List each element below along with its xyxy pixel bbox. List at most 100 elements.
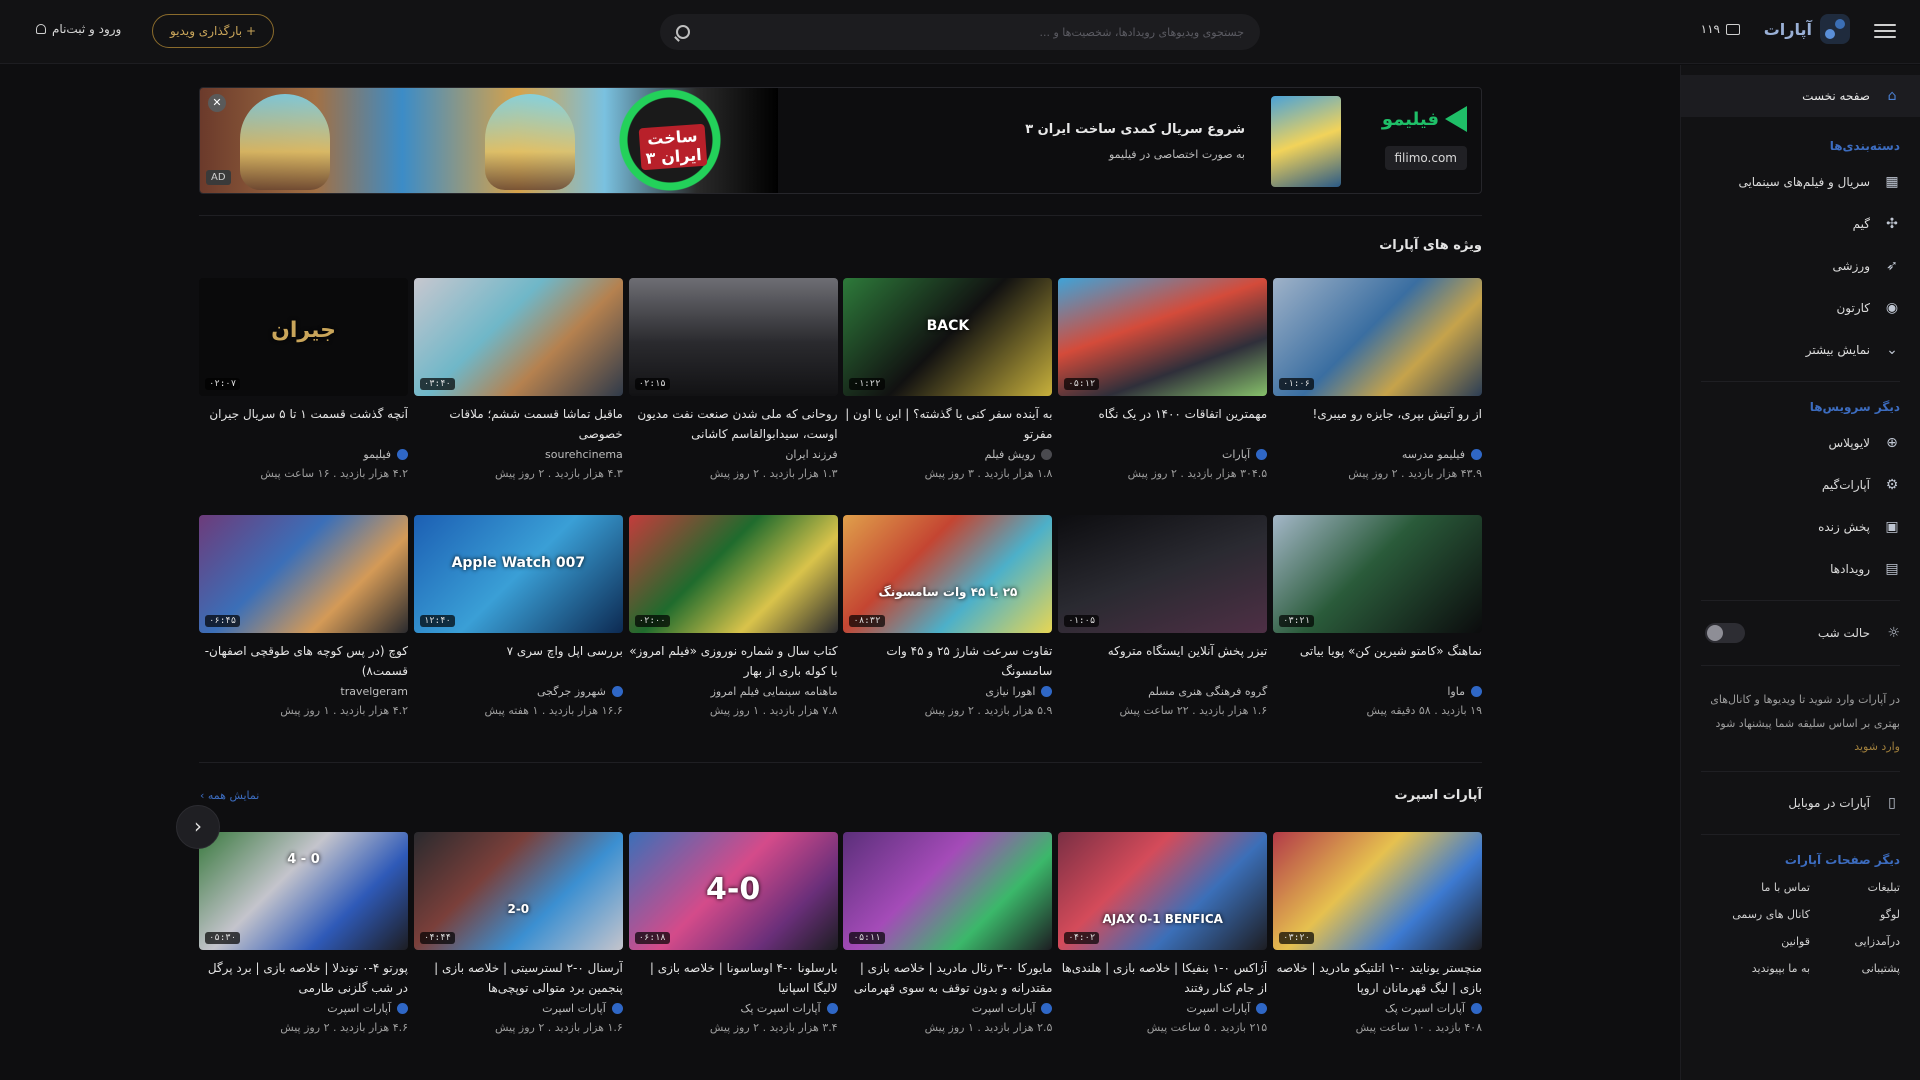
video-thumbnail[interactable]: ۰۶:۴۵ bbox=[199, 515, 409, 633]
video-card[interactable]: ۰۵:۱۲ مهمترین اتفاقات ۱۴۰۰ در یک نگاه آپ… bbox=[1058, 278, 1268, 480]
video-channel[interactable]: آپارات اسپرت پک bbox=[1273, 1002, 1482, 1015]
video-thumbnail[interactable]: ۰۳:۲۱ bbox=[1273, 515, 1482, 633]
video-channel[interactable]: آپارات اسپرت bbox=[199, 1002, 409, 1015]
video-thumbnail[interactable]: جیران ۰۲:۰۷ bbox=[199, 278, 409, 396]
video-card[interactable]: AJAX 0-1 BENFICA ۰۴:۰۲ آژاکس ۰-۱ بنفیکا … bbox=[1058, 832, 1268, 1034]
sidebar-item-home[interactable]: ⌂ صفحه نخست bbox=[1681, 75, 1920, 117]
sidebar-item-sport[interactable]: ➶ ورزشی bbox=[1681, 245, 1920, 287]
video-channel[interactable]: شهروز جرگجی bbox=[414, 685, 623, 698]
video-title[interactable]: آرسنال ۰-۲ لسترسیتی | خلاصه بازی | پنجمی… bbox=[414, 958, 623, 998]
video-title[interactable]: کتاب سال و شماره نوروزی «فیلم امروز» با … bbox=[629, 641, 837, 681]
footer-link-monetization[interactable]: درآمدزایی bbox=[1810, 935, 1900, 948]
notifications-button[interactable]: ۱۱۹ bbox=[1701, 22, 1740, 36]
video-card[interactable]: ۰۲:۱۵ روحانی که ملی شدن صنعت نفت مدیون ا… bbox=[628, 278, 838, 480]
video-thumbnail[interactable]: ۰۲:۰۰ bbox=[628, 515, 838, 633]
video-channel[interactable]: آپارات اسپرت پک bbox=[629, 1002, 838, 1015]
sidebar-item-events[interactable]: ▤ رویدادها bbox=[1681, 548, 1920, 590]
video-title[interactable]: کوچ (در پس کوچه های طوقچی اصفهان-قسمت۸) bbox=[199, 641, 408, 681]
hamburger-menu-icon[interactable] bbox=[1874, 20, 1896, 42]
video-channel[interactable]: فیلیمو مدرسه bbox=[1273, 448, 1482, 461]
video-card[interactable]: 4 - 0 ۰۵:۳۰ پورتو ۴-۰ توندلا | خلاصه باز… bbox=[199, 832, 409, 1034]
ad-banner[interactable]: ساخت ایران ۳ AD ✕ فیلیمو filimo.com شروع… bbox=[199, 87, 1482, 194]
video-card[interactable]: ۰۲:۰۰ کتاب سال و شماره نوروزی «فیلم امرو… bbox=[628, 515, 838, 717]
video-title[interactable]: مایورکا ۰-۳ رئال مادرید | خلاصه بازی | م… bbox=[843, 958, 1053, 998]
sidebar-item-liveplus[interactable]: ⊕ لایوپلاس bbox=[1681, 422, 1920, 464]
video-thumbnail[interactable]: ۰۳:۲۰ bbox=[1273, 832, 1482, 950]
sidebar-item-aparat-game[interactable]: ⚙ آپارات‌گیم bbox=[1681, 464, 1920, 506]
sidebar-item-mobile[interactable]: ▯ آپارات در موبایل bbox=[1681, 782, 1920, 824]
video-title[interactable]: از رو آتیش بپری، جایزه رو میبری! bbox=[1273, 404, 1482, 444]
video-card[interactable]: جیران ۰۲:۰۷ آنچه گذشت قسمت ۱ تا ۵ سریال … bbox=[199, 278, 409, 480]
search-bar[interactable] bbox=[660, 14, 1260, 50]
video-thumbnail[interactable]: ۲۵ یا ۴۵ وات سامسونگ ۰۸:۳۲ bbox=[843, 515, 1053, 633]
video-thumbnail[interactable]: ۰۵:۱۱ bbox=[843, 832, 1053, 950]
video-title[interactable]: به آینده سفر کنی یا گذشته؟ | این یا اون … bbox=[843, 404, 1052, 444]
video-title[interactable]: آژاکس ۰-۱ بنفیکا | خلاصه بازی | هلندی‌ها… bbox=[1058, 958, 1267, 998]
video-thumbnail[interactable]: ۰۵:۱۲ bbox=[1058, 278, 1268, 396]
video-thumbnail[interactable]: 2-0 ۰۴:۴۴ bbox=[413, 832, 623, 950]
video-channel[interactable]: آپارات اسپرت bbox=[1058, 1002, 1268, 1015]
video-title[interactable]: بررسی اپل واچ سری ۷ bbox=[414, 641, 623, 681]
video-thumbnail[interactable]: ۰۱:۰۶ bbox=[1273, 278, 1482, 396]
video-title[interactable]: بارسلونا ۰-۴ اوساسونا | خلاصه بازی | لال… bbox=[629, 958, 838, 998]
video-title[interactable]: پورتو ۴-۰ توندلا | خلاصه بازی | برد پرگل… bbox=[199, 958, 408, 998]
video-channel[interactable]: فیلیمو bbox=[199, 448, 409, 461]
video-thumbnail[interactable]: ۰۳:۴۰ bbox=[413, 278, 623, 396]
video-channel[interactable]: travelgeram bbox=[199, 685, 408, 698]
sidebar-item-show-more[interactable]: ⌄ نمایش بیشتر bbox=[1681, 329, 1920, 371]
video-card[interactable]: ۰۶:۴۵ کوچ (در پس کوچه های طوقچی اصفهان-ق… bbox=[199, 515, 409, 717]
sidebar-item-game[interactable]: ✣ گیم bbox=[1681, 203, 1920, 245]
video-thumbnail[interactable]: AJAX 0-1 BENFICA ۰۴:۰۲ bbox=[1058, 832, 1268, 950]
video-card[interactable]: ۰۳:۴۰ ماقبل تماشا قسمت ششم؛ ملاقات خصوصی… bbox=[413, 278, 623, 480]
sidebar-item-live[interactable]: ▣ پخش زنده bbox=[1681, 506, 1920, 548]
video-card[interactable]: BACK ۰۱:۲۲ به آینده سفر کنی یا گذشته؟ | … bbox=[843, 278, 1053, 480]
video-thumbnail[interactable]: ۰۲:۱۵ bbox=[628, 278, 838, 396]
video-title[interactable]: تفاوت سرعت شارژ ۲۵ و ۴۵ وات سامسونگ bbox=[843, 641, 1052, 681]
video-title[interactable]: مهمترین اتفاقات ۱۴۰۰ در یک نگاه bbox=[1058, 404, 1268, 444]
footer-link-join[interactable]: به ما بپیوندید bbox=[1691, 962, 1810, 975]
video-title[interactable]: نماهنگ «کامتو شیرین کن» پویا بیاتی bbox=[1273, 641, 1482, 681]
video-title[interactable]: آنچه گذشت قسمت ۱ تا ۵ سریال جیران bbox=[199, 404, 408, 444]
footer-link-support[interactable]: پشتیبانی bbox=[1810, 962, 1900, 975]
video-thumbnail[interactable]: 4 - 0 ۰۵:۳۰ bbox=[199, 832, 409, 950]
video-channel[interactable]: ماوا bbox=[1273, 685, 1482, 698]
featured-section-title[interactable]: ویژه های آپارات bbox=[1379, 238, 1482, 253]
video-title[interactable]: منچستر یونایتد ۰-۱ اتلتیکو مادرید | خلاص… bbox=[1273, 958, 1483, 998]
video-thumbnail[interactable]: Apple Watch 007 ۱۲:۴۰ bbox=[413, 515, 623, 633]
footer-link-ads[interactable]: تبلیغات bbox=[1810, 881, 1900, 894]
video-thumbnail[interactable]: BACK ۰۱:۲۲ bbox=[843, 278, 1053, 396]
ad-link-button[interactable]: filimo.com bbox=[1384, 146, 1467, 170]
video-channel[interactable]: آپارات bbox=[1058, 448, 1268, 461]
aparat-logo[interactable]: آپارات bbox=[1764, 14, 1850, 44]
video-card[interactable]: ۰۳:۲۱ نماهنگ «کامتو شیرین کن» پویا بیاتی… bbox=[1273, 515, 1482, 717]
sidebar-item-cartoon[interactable]: ◉ کارتون bbox=[1681, 287, 1920, 329]
footer-link-official-channels[interactable]: کانال های رسمی bbox=[1691, 908, 1810, 921]
video-card[interactable]: Apple Watch 007 ۱۲:۴۰ بررسی اپل واچ سری … bbox=[413, 515, 623, 717]
video-card[interactable]: 4-0 ۰۶:۱۸ بارسلونا ۰-۴ اوساسونا | خلاصه … bbox=[628, 832, 838, 1034]
video-channel[interactable]: آپارات اسپرت bbox=[414, 1002, 623, 1015]
search-icon[interactable] bbox=[676, 25, 690, 39]
footer-link-rules[interactable]: قوانین bbox=[1691, 935, 1810, 948]
video-channel[interactable]: ماهنامه سینمایی فیلم امروز bbox=[629, 685, 838, 698]
video-card[interactable]: ۲۵ یا ۴۵ وات سامسونگ ۰۸:۳۲ تفاوت سرعت شا… bbox=[843, 515, 1053, 717]
sidebar-item-movies[interactable]: ▦ سریال و فیلم‌های سینمایی bbox=[1681, 161, 1920, 203]
footer-link-contact[interactable]: تماس با ما bbox=[1691, 881, 1810, 894]
footer-link-logo[interactable]: لوگو bbox=[1810, 908, 1900, 921]
video-card[interactable]: ۰۱:۰۶ از رو آتیش بپری، جایزه رو میبری! ف… bbox=[1273, 278, 1482, 480]
video-card[interactable]: 2-0 ۰۴:۴۴ آرسنال ۰-۲ لسترسیتی | خلاصه با… bbox=[413, 832, 623, 1034]
video-channel[interactable]: sourehcinema bbox=[414, 448, 623, 461]
video-card[interactable]: ۰۳:۲۰ منچستر یونایتد ۰-۱ اتلتیکو مادرید … bbox=[1273, 832, 1482, 1034]
upload-video-button[interactable]: + بارگذاری ویدیو bbox=[152, 14, 274, 48]
sport-section-title[interactable]: آپارات اسپرت bbox=[1395, 788, 1482, 803]
video-title[interactable]: تیزر پخش آنلاین ایستگاه متروکه bbox=[1058, 641, 1268, 681]
video-title[interactable]: روحانی که ملی شدن صنعت نفت مدیون اوست، س… bbox=[629, 404, 837, 444]
video-channel[interactable]: فرزند ایران bbox=[629, 448, 837, 461]
video-channel[interactable]: آپارات اسپرت bbox=[843, 1002, 1053, 1015]
video-title[interactable]: ماقبل تماشا قسمت ششم؛ ملاقات خصوصی bbox=[414, 404, 622, 444]
video-channel[interactable]: گروه فرهنگی هنری مسلم bbox=[1058, 685, 1267, 698]
search-input[interactable] bbox=[700, 25, 1244, 39]
carousel-next-arrow-icon[interactable]: ‹ bbox=[176, 805, 220, 849]
video-channel[interactable]: رویش فیلم bbox=[843, 448, 1053, 461]
see-all-link[interactable]: نمایش همه › bbox=[200, 789, 259, 802]
video-card[interactable]: ۰۵:۱۱ مایورکا ۰-۳ رئال مادرید | خلاصه با… bbox=[843, 832, 1053, 1034]
